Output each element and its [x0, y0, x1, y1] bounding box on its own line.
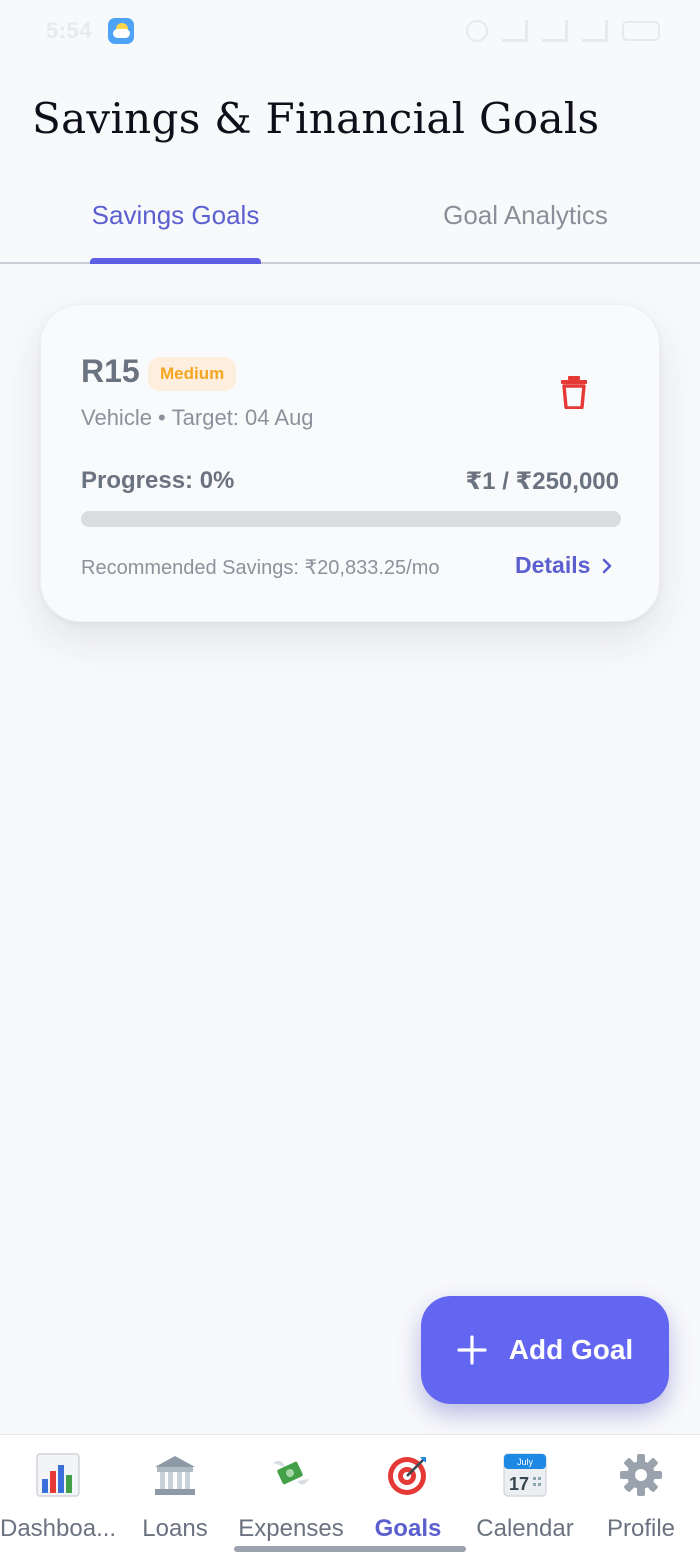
meta-separator: • [157, 405, 166, 430]
progress-bar [81, 511, 621, 527]
active-tab-indicator [90, 258, 261, 264]
add-goal-button[interactable]: Add Goal [421, 1296, 669, 1404]
nav-item-expenses[interactable]: Expenses [233, 1435, 349, 1556]
details-label: Details [515, 552, 591, 578]
weather-icon [108, 18, 134, 44]
status-time: 5:54 [46, 18, 93, 43]
tab-goal-analytics[interactable]: Goal Analytics [438, 180, 613, 264]
target-icon [388, 1457, 426, 1495]
goal-name: R15 [81, 353, 140, 389]
progress-label: Progress: 0% [81, 467, 235, 494]
nav-label-calendar: Calendar [476, 1515, 574, 1542]
nav-item-goals[interactable]: Goals [350, 1435, 466, 1556]
gear-icon [620, 1454, 662, 1496]
goal-tabs: Savings Goals Goal Analytics [0, 180, 700, 264]
signal-icon [542, 20, 568, 42]
delete-goal-button[interactable] [559, 375, 589, 410]
goal-amount: ₹1 / ₹250,000 [465, 468, 619, 495]
page-title: Savings & Financial Goals [32, 94, 600, 143]
calendar-icon-month: July [517, 1457, 534, 1467]
battery-icon [622, 21, 660, 41]
bottom-nav: Dashboa... Loans Expenses Goals July 17 … [0, 1434, 700, 1556]
goal-category: Vehicle [81, 405, 152, 430]
nav-item-loans[interactable]: Loans [117, 1435, 233, 1556]
nav-label-dashboard: Dashboa... [0, 1515, 117, 1542]
chevron-right-icon [603, 558, 612, 573]
nav-label-expenses: Expenses [238, 1515, 344, 1542]
network-icon [502, 20, 528, 42]
alarm-icon [466, 20, 488, 42]
recommended-savings: Recommended Savings: ₹20,833.25/mo [81, 557, 440, 579]
bank-icon [155, 1456, 195, 1495]
priority-badge: Medium [148, 357, 237, 391]
trash-icon [561, 376, 587, 410]
nav-label-goals: Goals [374, 1515, 442, 1542]
goal-meta: Vehicle • Target: 04 Aug [81, 405, 314, 431]
status-bar: 5:54 [0, 0, 700, 62]
add-goal-label: Add Goal [508, 1334, 634, 1365]
calendar-icon-day: 17 [509, 1474, 529, 1494]
tab-savings-goals[interactable]: Savings Goals [90, 180, 261, 264]
bar-chart-icon [36, 1453, 80, 1497]
calendar-icon: July 17 [503, 1453, 547, 1497]
nav-label-loans: Loans [142, 1515, 208, 1542]
wifi-icon [582, 20, 608, 42]
details-link[interactable]: Details [515, 552, 614, 579]
money-wings-icon [273, 1460, 309, 1485]
nav-item-profile[interactable]: Profile [583, 1435, 699, 1556]
nav-item-calendar[interactable]: July 17 Calendar [467, 1435, 583, 1556]
status-icons [466, 20, 660, 42]
nav-label-profile: Profile [606, 1515, 676, 1542]
plus-icon [457, 1335, 487, 1365]
goal-target-date: Target: 04 Aug [171, 405, 314, 430]
nav-item-dashboard[interactable]: Dashboa... [0, 1435, 116, 1556]
home-indicator [234, 1546, 466, 1552]
goal-card[interactable]: R15 Medium Vehicle • Target: 04 Aug Progre… [40, 304, 660, 622]
